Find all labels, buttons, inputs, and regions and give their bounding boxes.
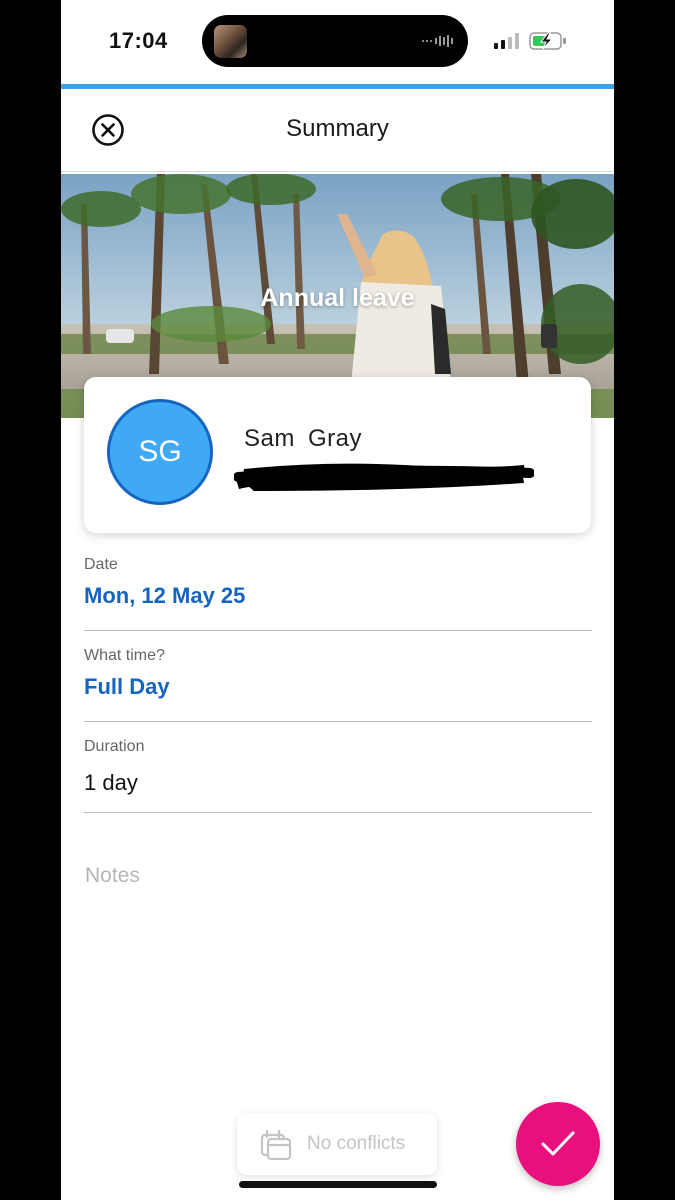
now-playing-artwork <box>214 25 247 58</box>
leave-type-title: Annual leave <box>260 284 415 312</box>
date-field[interactable]: Date Mon, 12 May 25 <box>84 556 592 631</box>
home-indicator[interactable] <box>239 1181 437 1188</box>
status-time: 17:04 <box>109 28 168 53</box>
duration-field: Duration 1 day <box>84 738 592 813</box>
calendar-stack-icon <box>260 1129 292 1160</box>
duration-label: Duration <box>84 738 145 755</box>
checkmark-icon <box>541 1131 575 1156</box>
page-title: Summary <box>286 115 389 142</box>
battery-charging-icon <box>529 32 566 50</box>
date-value[interactable]: Mon, 12 May 25 <box>84 583 245 609</box>
cellular-signal-icon <box>494 33 519 49</box>
app-screen: 17:04 Summary Annual leave SG Sam Gray D… <box>61 0 614 1200</box>
conflicts-indicator: No conflicts <box>237 1113 437 1175</box>
header: Summary <box>61 89 614 172</box>
conflicts-label: No conflicts <box>307 1133 406 1154</box>
employee-card: SG Sam Gray <box>84 377 591 533</box>
time-value[interactable]: Full Day <box>84 674 170 700</box>
confirm-button[interactable] <box>516 1102 600 1186</box>
time-label: What time? <box>84 647 165 664</box>
audio-wave-icon <box>422 35 453 47</box>
notes-input[interactable]: Notes <box>85 864 140 888</box>
employee-name: Sam Gray <box>244 425 363 452</box>
time-field[interactable]: What time? Full Day <box>84 647 592 722</box>
dynamic-island[interactable] <box>202 15 468 67</box>
redaction-scribble <box>234 463 534 491</box>
date-label: Date <box>84 556 118 573</box>
avatar: SG <box>107 399 213 505</box>
duration-value: 1 day <box>84 770 138 795</box>
status-bar: 17:04 <box>61 0 614 84</box>
